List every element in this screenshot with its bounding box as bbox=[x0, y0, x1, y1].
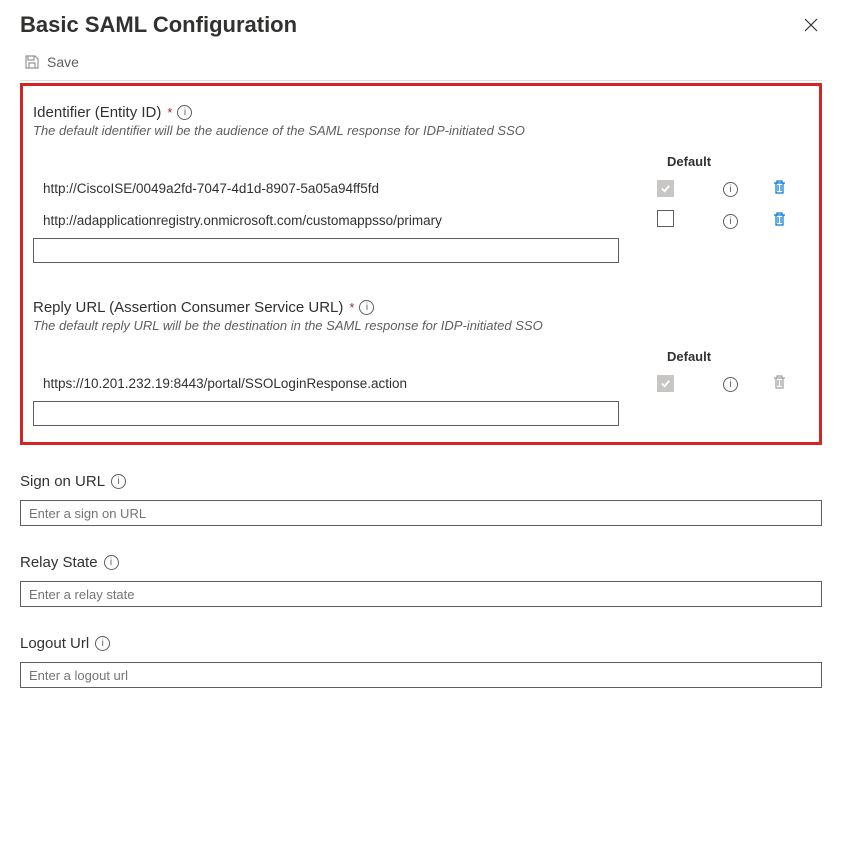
relay-label-row: Relay State i bbox=[20, 554, 822, 571]
info-icon[interactable]: i bbox=[723, 182, 738, 197]
save-icon bbox=[24, 54, 40, 70]
replyurl-row: https://10.201.232.19:8443/portal/SSOLog… bbox=[33, 368, 809, 399]
logout-input[interactable] bbox=[20, 662, 822, 688]
default-checkbox[interactable] bbox=[657, 180, 674, 197]
signon-label-row: Sign on URL i bbox=[20, 473, 822, 490]
info-icon[interactable]: i bbox=[723, 377, 738, 392]
default-checkbox[interactable] bbox=[657, 210, 674, 227]
relay-section: Relay State i bbox=[20, 554, 822, 607]
close-button[interactable] bbox=[800, 14, 822, 36]
identifier-add-row bbox=[33, 238, 809, 263]
checkmark-icon bbox=[660, 183, 671, 194]
relay-label: Relay State bbox=[20, 554, 98, 571]
default-column-header: Default bbox=[667, 349, 733, 364]
logout-label: Logout Url bbox=[20, 635, 89, 652]
panel-header: Basic SAML Configuration bbox=[20, 12, 822, 38]
replyurl-url: https://10.201.232.19:8443/portal/SSOLog… bbox=[43, 376, 657, 391]
highlighted-region: Identifier (Entity ID) * i The default i… bbox=[20, 83, 822, 445]
required-indicator: * bbox=[167, 105, 172, 120]
replyurl-table-header: Default bbox=[33, 349, 809, 364]
save-button[interactable]: Save bbox=[20, 52, 83, 72]
close-icon bbox=[804, 18, 818, 32]
replyurl-new-input[interactable] bbox=[33, 401, 619, 426]
delete-button[interactable] bbox=[772, 378, 787, 393]
identifier-section: Identifier (Entity ID) * i The default i… bbox=[33, 104, 809, 263]
trash-icon bbox=[772, 179, 787, 195]
identifier-row: http://adapplicationregistry.onmicrosoft… bbox=[33, 204, 809, 236]
replyurl-description: The default reply URL will be the destin… bbox=[33, 318, 809, 333]
info-icon[interactable]: i bbox=[723, 214, 738, 229]
replyurl-label-row: Reply URL (Assertion Consumer Service UR… bbox=[33, 299, 809, 316]
replyurl-section: Reply URL (Assertion Consumer Service UR… bbox=[33, 299, 809, 426]
identifier-new-input[interactable] bbox=[33, 238, 619, 263]
default-column-header: Default bbox=[667, 154, 733, 169]
info-icon[interactable]: i bbox=[104, 555, 119, 570]
replyurl-add-row bbox=[33, 401, 809, 426]
signon-label: Sign on URL bbox=[20, 473, 105, 490]
identifier-row: http://CiscoISE/0049a2fd-7047-4d1d-8907-… bbox=[33, 173, 809, 204]
logout-label-row: Logout Url i bbox=[20, 635, 822, 652]
replyurl-label: Reply URL (Assertion Consumer Service UR… bbox=[33, 299, 343, 316]
panel-title: Basic SAML Configuration bbox=[20, 12, 297, 38]
required-indicator: * bbox=[349, 300, 354, 315]
identifier-description: The default identifier will be the audie… bbox=[33, 123, 809, 138]
checkmark-icon bbox=[660, 378, 671, 389]
relay-input[interactable] bbox=[20, 581, 822, 607]
identifier-url: http://CiscoISE/0049a2fd-7047-4d1d-8907-… bbox=[43, 181, 657, 196]
default-checkbox[interactable] bbox=[657, 375, 674, 392]
info-icon[interactable]: i bbox=[359, 300, 374, 315]
delete-button[interactable] bbox=[772, 215, 787, 230]
logout-section: Logout Url i bbox=[20, 635, 822, 688]
info-icon[interactable]: i bbox=[95, 636, 110, 651]
info-icon[interactable]: i bbox=[111, 474, 126, 489]
signon-input[interactable] bbox=[20, 500, 822, 526]
identifier-url: http://adapplicationregistry.onmicrosoft… bbox=[43, 213, 657, 228]
trash-icon bbox=[772, 211, 787, 227]
save-button-label: Save bbox=[47, 54, 79, 70]
signon-section: Sign on URL i bbox=[20, 473, 822, 526]
info-icon[interactable]: i bbox=[177, 105, 192, 120]
delete-button[interactable] bbox=[772, 183, 787, 198]
identifier-label-row: Identifier (Entity ID) * i bbox=[33, 104, 809, 121]
trash-icon bbox=[772, 374, 787, 390]
identifier-label: Identifier (Entity ID) bbox=[33, 104, 161, 121]
toolbar: Save bbox=[20, 44, 822, 81]
identifier-table-header: Default bbox=[33, 154, 809, 169]
